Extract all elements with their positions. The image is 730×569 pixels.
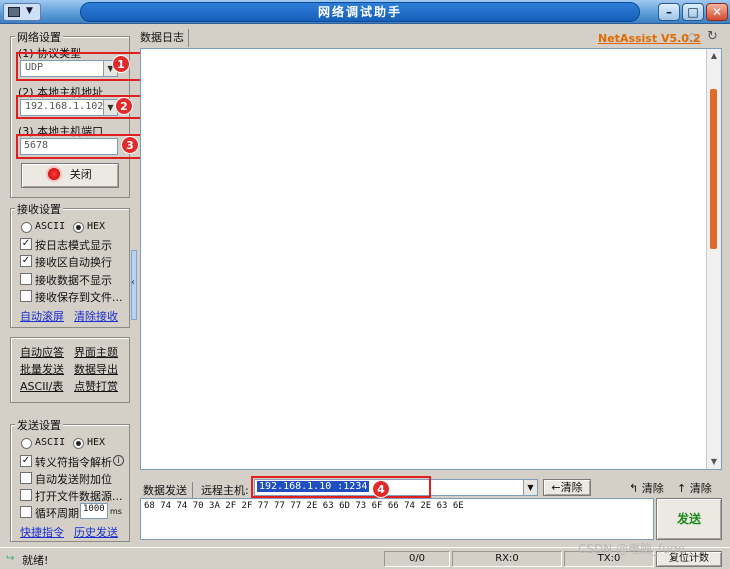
arrow-left-icon: ← — [551, 481, 561, 494]
send-data-input[interactable]: 68 74 74 70 3A 2F 2F 77 77 77 2E 63 6D 7… — [140, 498, 654, 540]
send-button[interactable]: 发送 — [656, 498, 722, 540]
scroll-up-icon[interactable]: ▲ — [707, 49, 721, 63]
theme-link[interactable]: 界面主题 — [74, 344, 118, 360]
send-settings-title: 发送设置 — [15, 417, 63, 433]
close-connection-button[interactable]: 关闭 — [21, 163, 119, 188]
receive-ascii-radio[interactable] — [21, 222, 32, 233]
chevron-down-icon[interactable]: ▼ — [523, 480, 537, 495]
auto-wrap-label: 接收区自动换行 — [35, 256, 112, 269]
chevron-left-icon: ‹ — [131, 277, 135, 288]
log-mode-checkbox[interactable]: ✓ — [20, 238, 32, 250]
clear-remote-label: 清除 — [560, 481, 583, 494]
send-ascii-label: ASCII — [35, 437, 66, 448]
save-to-file-checkbox[interactable] — [20, 290, 32, 302]
donate-link[interactable]: 点赞打赏 — [74, 378, 118, 394]
title-bar: ▼ 网络调试助手 – □ ✕ — [0, 0, 730, 24]
clear-receive-link[interactable]: 清除接收 — [74, 308, 118, 324]
scroll-thumb[interactable] — [710, 89, 717, 249]
save-to-file-label: 接收保存到文件... — [35, 291, 123, 304]
record-icon — [48, 168, 61, 180]
clear-remote-button[interactable]: ←清除 — [543, 479, 591, 496]
receive-ascii-label: ASCII — [35, 221, 66, 232]
minimize-button[interactable]: – — [658, 3, 680, 21]
file-source-checkbox[interactable] — [20, 489, 32, 501]
step-badge-4: 4 — [372, 480, 390, 498]
receive-hex-label: HEX — [87, 221, 106, 232]
cycle-unit: ms — [110, 507, 122, 516]
status-count: 0/0 — [384, 551, 450, 567]
highlight-box-4 — [251, 476, 431, 498]
clear-send-label: 清除 — [641, 482, 664, 495]
status-icon: ↪ — [6, 553, 15, 564]
cycle-checkbox[interactable] — [20, 506, 32, 518]
brand-link[interactable]: NetAssist V5.0.2 — [598, 32, 701, 45]
remote-host-label: 远程主机: — [201, 484, 249, 497]
escape-parse-label: 转义符指令解析 — [35, 456, 112, 469]
close-window-button[interactable]: ✕ — [706, 3, 728, 21]
history-link[interactable]: 历史发送 — [74, 524, 118, 540]
cycle-label: 循环周期 — [35, 507, 79, 520]
clear-all-button[interactable]: ↑ 清除 — [677, 480, 712, 496]
chevron-down-icon: ▼ — [26, 6, 33, 16]
ascii-table-link[interactable]: ASCII/表 — [20, 378, 63, 394]
info-icon[interactable]: i — [113, 455, 124, 466]
network-settings-title: 网络设置 — [15, 29, 63, 45]
receive-settings-title: 接收设置 — [15, 201, 63, 217]
send-hex-radio[interactable] — [73, 438, 84, 449]
send-ascii-radio[interactable] — [21, 438, 32, 449]
step-badge-2: 2 — [115, 97, 133, 115]
refresh-icon[interactable]: ↻ — [707, 29, 718, 44]
export-data-link[interactable]: 数据导出 — [74, 361, 118, 377]
undo-icon: ↰ — [629, 482, 639, 495]
diamond-icon[interactable]: ◇ — [687, 30, 697, 45]
clear-all-label: 清除 — [689, 482, 712, 495]
log-mode-label: 按日志模式显示 — [35, 239, 112, 252]
window-title: 网络调试助手 — [80, 2, 640, 22]
escape-parse-checkbox[interactable]: ✓ — [20, 455, 32, 467]
shortcut-link[interactable]: 快捷指令 — [20, 524, 64, 540]
receive-hex-radio[interactable] — [73, 222, 84, 233]
step-badge-3: 3 — [121, 136, 139, 154]
auto-reply-link[interactable]: 自动应答 — [20, 344, 64, 360]
clear-send-button[interactable]: ↰ 清除 — [629, 480, 664, 496]
status-ready: 就绪! — [22, 554, 49, 567]
hide-data-checkbox[interactable] — [20, 273, 32, 285]
app-window: ▼ 网络调试助手 – □ ✕ 网络设置 (1) 协议类型 UDP ▼ 1 (2)… — [0, 0, 730, 569]
cycle-input[interactable]: 1000 — [80, 503, 108, 519]
watermark: CSDN @电脑_fuge — [578, 542, 685, 556]
batch-send-link[interactable]: 批量发送 — [20, 361, 64, 377]
cycle-value: 1000 — [83, 504, 105, 514]
tab-data-send[interactable]: 数据发送 — [143, 482, 193, 498]
scroll-down-icon[interactable]: ▼ — [707, 455, 721, 469]
system-menu-button[interactable]: ▼ — [3, 3, 41, 21]
file-source-label: 打开文件数据源... — [35, 490, 123, 503]
close-connection-label: 关闭 — [69, 168, 92, 181]
log-scrollbar[interactable]: ▲ ▼ — [706, 49, 721, 469]
send-hex-label: HEX — [87, 437, 106, 448]
auto-append-label: 自动发送附加位 — [35, 473, 112, 486]
panel-splitter[interactable]: ‹ — [131, 250, 137, 320]
hide-data-label: 接收数据不显示 — [35, 274, 112, 287]
auto-scroll-link[interactable]: 自动滚屏 — [20, 308, 64, 324]
tab-data-log[interactable]: 数据日志 — [140, 29, 189, 47]
step-badge-1: 1 — [112, 55, 130, 73]
arrow-up-icon: ↑ — [677, 482, 687, 495]
highlight-box-1 — [16, 52, 154, 81]
maximize-button[interactable]: □ — [682, 3, 704, 21]
auto-wrap-checkbox[interactable]: ✓ — [20, 255, 32, 267]
status-rx: RX:0 — [452, 551, 562, 567]
receive-log-area[interactable]: ▲ ▼ — [140, 48, 722, 470]
auto-append-checkbox[interactable] — [20, 472, 32, 484]
app-icon — [8, 7, 20, 17]
